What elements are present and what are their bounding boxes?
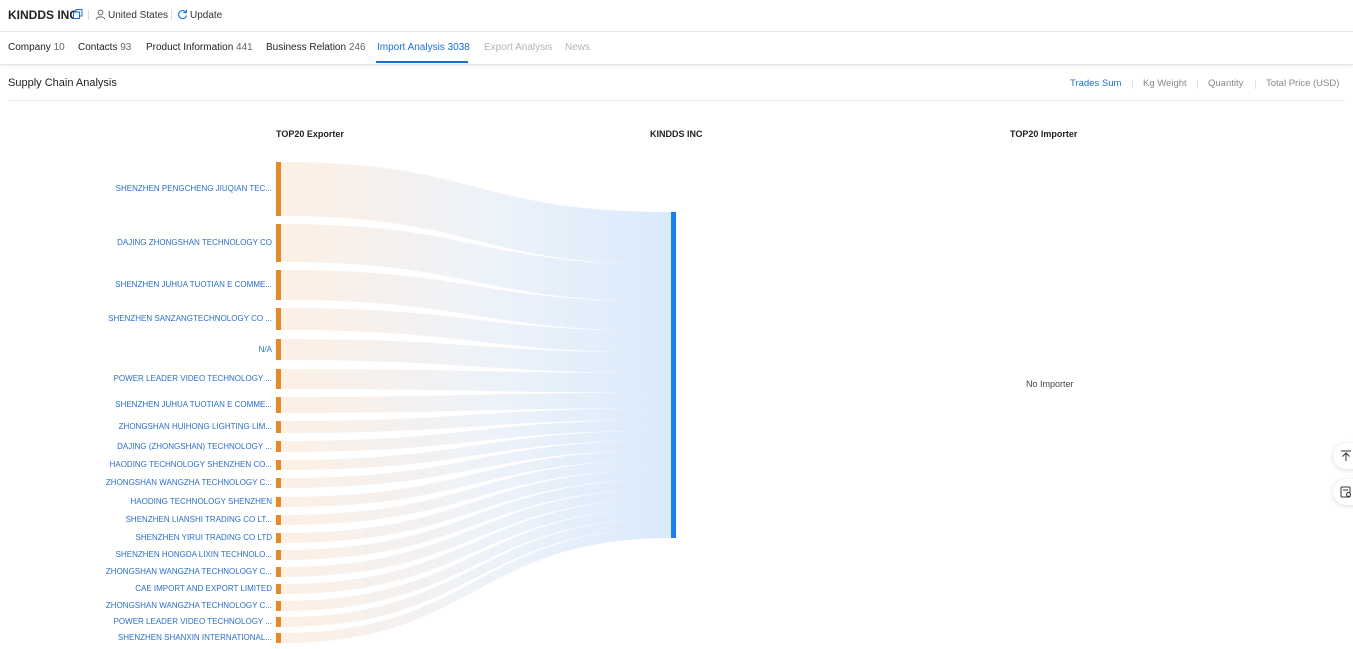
exporter-node[interactable] [276,497,281,507]
exporter-node[interactable] [276,478,281,488]
back-to-top-button[interactable] [1333,443,1353,469]
exporter-node[interactable] [276,533,281,543]
exporter-label[interactable]: POWER LEADER VIDEO TECHNOLOGY ... [114,617,272,626]
exporter-label[interactable]: SHENZHEN PENGCHENG JIUQIAN TEC... [116,184,272,193]
exporter-label[interactable]: HAODING TECHNOLOGY SHENZHEN CO... [110,460,272,469]
importer-column-heading: TOP20 Importer [1010,129,1078,139]
exporter-label[interactable]: POWER LEADER VIDEO TECHNOLOGY ... [114,374,272,383]
exporter-node[interactable] [276,550,281,560]
exporter-node[interactable] [276,397,281,413]
exporter-node[interactable] [276,584,281,594]
exporter-label[interactable]: ZHONGSHAN HUIHONG LIGHTING LIM... [119,422,272,431]
exporter-node[interactable] [276,224,281,262]
report-button[interactable] [1333,479,1353,505]
exporter-node[interactable] [276,421,281,433]
exporter-label[interactable]: SHENZHEN YIRUI TRADING CO LTD [136,533,272,542]
back-to-top-icon [1341,450,1351,461]
exporter-label[interactable]: SHENZHEN JUHUA TUOTIAN E COMME... [115,280,272,289]
exporter-label[interactable]: CAE IMPORT AND EXPORT LIMITED [135,584,272,593]
exporter-node[interactable] [276,369,281,389]
exporter-node[interactable] [276,308,281,330]
exporter-column-heading: TOP20 Exporter [276,129,344,139]
exporter-label[interactable]: SHENZHEN LIANSHI TRADING CO LT... [126,515,272,524]
exporter-node[interactable] [276,339,281,360]
exporter-label[interactable]: DAJING (ZHONGSHAN) TECHNOLOGY ... [117,442,272,451]
exporter-label[interactable]: SHENZHEN SHANXIN INTERNATIONAL... [118,633,272,642]
exporter-label[interactable]: ZHONGSHAN WANGZHA TECHNOLOGY C... [106,601,272,610]
exporter-node[interactable] [276,633,281,643]
company-column-heading: KINDDS INC [650,129,703,139]
exporter-label[interactable]: ZHONGSHAN WANGZHA TECHNOLOGY C... [106,567,272,576]
exporter-label[interactable]: HAODING TECHNOLOGY SHENZHEN [130,497,272,506]
exporter-node[interactable] [276,270,281,300]
exporter-node[interactable] [276,460,281,470]
no-importer-message: No Importer [1026,379,1074,389]
exporter-label[interactable]: ZHONGSHAN WANGZHA TECHNOLOGY C... [106,478,272,487]
exporter-node[interactable] [276,441,281,452]
exporter-label[interactable]: N/A [259,345,272,354]
exporter-node[interactable] [276,567,281,577]
exporter-node[interactable] [276,515,281,525]
exporter-label[interactable]: SHENZHEN JUHUA TUOTIAN E COMME... [115,400,272,409]
exporter-node[interactable] [276,617,281,627]
exporter-node[interactable] [276,162,281,216]
report-icon [1340,486,1351,498]
company-node[interactable] [671,212,676,538]
exporter-label[interactable]: DAJING ZHONGSHAN TECHNOLOGY CO [117,238,272,247]
exporter-label[interactable]: SHENZHEN SANZANGTECHNOLOGY CO ... [108,314,272,323]
exporter-label[interactable]: SHENZHEN HONGDA LIXIN TECHNOLO... [116,550,272,559]
exporter-node[interactable] [276,601,281,611]
